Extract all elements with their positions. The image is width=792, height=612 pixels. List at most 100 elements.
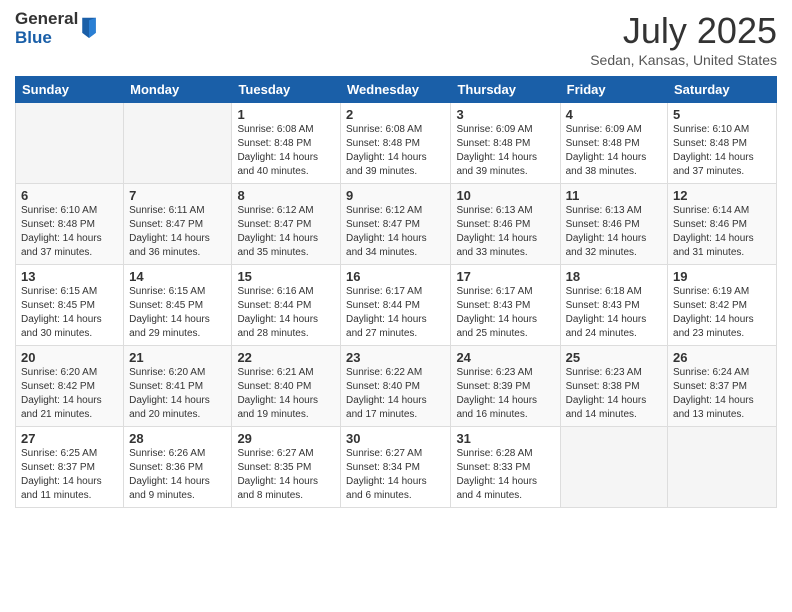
day-number: 12 [673, 188, 771, 203]
day-info: Sunrise: 6:17 AM Sunset: 8:43 PM Dayligh… [456, 285, 554, 341]
calendar-cell: 29Sunrise: 6:27 AM Sunset: 8:35 PM Dayli… [232, 427, 341, 508]
day-info: Sunrise: 6:22 AM Sunset: 8:40 PM Dayligh… [346, 366, 445, 422]
calendar-cell: 16Sunrise: 6:17 AM Sunset: 8:44 PM Dayli… [341, 265, 451, 346]
calendar-cell [668, 427, 777, 508]
day-number: 21 [129, 350, 226, 365]
day-info: Sunrise: 6:16 AM Sunset: 8:44 PM Dayligh… [237, 285, 335, 341]
calendar-cell: 31Sunrise: 6:28 AM Sunset: 8:33 PM Dayli… [451, 427, 560, 508]
calendar-cell: 4Sunrise: 6:09 AM Sunset: 8:48 PM Daylig… [560, 103, 667, 184]
day-info: Sunrise: 6:13 AM Sunset: 8:46 PM Dayligh… [566, 204, 662, 260]
calendar-cell: 23Sunrise: 6:22 AM Sunset: 8:40 PM Dayli… [341, 346, 451, 427]
header-thursday: Thursday [451, 77, 560, 103]
calendar-cell: 7Sunrise: 6:11 AM Sunset: 8:47 PM Daylig… [124, 184, 232, 265]
month-title: July 2025 [590, 10, 777, 52]
calendar-cell: 21Sunrise: 6:20 AM Sunset: 8:41 PM Dayli… [124, 346, 232, 427]
day-info: Sunrise: 6:13 AM Sunset: 8:46 PM Dayligh… [456, 204, 554, 260]
calendar-cell: 12Sunrise: 6:14 AM Sunset: 8:46 PM Dayli… [668, 184, 777, 265]
calendar-cell: 18Sunrise: 6:18 AM Sunset: 8:43 PM Dayli… [560, 265, 667, 346]
day-info: Sunrise: 6:23 AM Sunset: 8:39 PM Dayligh… [456, 366, 554, 422]
day-info: Sunrise: 6:10 AM Sunset: 8:48 PM Dayligh… [21, 204, 118, 260]
day-info: Sunrise: 6:20 AM Sunset: 8:42 PM Dayligh… [21, 366, 118, 422]
calendar-cell: 15Sunrise: 6:16 AM Sunset: 8:44 PM Dayli… [232, 265, 341, 346]
calendar-cell: 6Sunrise: 6:10 AM Sunset: 8:48 PM Daylig… [16, 184, 124, 265]
day-info: Sunrise: 6:25 AM Sunset: 8:37 PM Dayligh… [21, 447, 118, 503]
day-number: 24 [456, 350, 554, 365]
calendar-cell: 28Sunrise: 6:26 AM Sunset: 8:36 PM Dayli… [124, 427, 232, 508]
day-number: 23 [346, 350, 445, 365]
calendar-cell [16, 103, 124, 184]
day-number: 13 [21, 269, 118, 284]
day-number: 2 [346, 107, 445, 122]
day-number: 17 [456, 269, 554, 284]
day-number: 31 [456, 431, 554, 446]
calendar-cell: 30Sunrise: 6:27 AM Sunset: 8:34 PM Dayli… [341, 427, 451, 508]
calendar-cell: 22Sunrise: 6:21 AM Sunset: 8:40 PM Dayli… [232, 346, 341, 427]
day-number: 20 [21, 350, 118, 365]
day-number: 9 [346, 188, 445, 203]
calendar-cell: 3Sunrise: 6:09 AM Sunset: 8:48 PM Daylig… [451, 103, 560, 184]
day-info: Sunrise: 6:23 AM Sunset: 8:38 PM Dayligh… [566, 366, 662, 422]
day-number: 28 [129, 431, 226, 446]
calendar-week-2: 6Sunrise: 6:10 AM Sunset: 8:48 PM Daylig… [16, 184, 777, 265]
day-info: Sunrise: 6:28 AM Sunset: 8:33 PM Dayligh… [456, 447, 554, 503]
calendar-cell: 9Sunrise: 6:12 AM Sunset: 8:47 PM Daylig… [341, 184, 451, 265]
day-number: 29 [237, 431, 335, 446]
logo-blue: Blue [15, 29, 78, 48]
page: General Blue July 2025 Sedan, Kansas, Un… [0, 0, 792, 612]
calendar-cell: 10Sunrise: 6:13 AM Sunset: 8:46 PM Dayli… [451, 184, 560, 265]
day-info: Sunrise: 6:21 AM Sunset: 8:40 PM Dayligh… [237, 366, 335, 422]
calendar-cell: 24Sunrise: 6:23 AM Sunset: 8:39 PM Dayli… [451, 346, 560, 427]
header: General Blue July 2025 Sedan, Kansas, Un… [15, 10, 777, 68]
day-number: 22 [237, 350, 335, 365]
location: Sedan, Kansas, United States [590, 52, 777, 68]
calendar-cell: 19Sunrise: 6:19 AM Sunset: 8:42 PM Dayli… [668, 265, 777, 346]
calendar-week-1: 1Sunrise: 6:08 AM Sunset: 8:48 PM Daylig… [16, 103, 777, 184]
day-number: 15 [237, 269, 335, 284]
calendar-cell: 27Sunrise: 6:25 AM Sunset: 8:37 PM Dayli… [16, 427, 124, 508]
calendar-cell: 26Sunrise: 6:24 AM Sunset: 8:37 PM Dayli… [668, 346, 777, 427]
header-friday: Friday [560, 77, 667, 103]
day-info: Sunrise: 6:27 AM Sunset: 8:35 PM Dayligh… [237, 447, 335, 503]
day-info: Sunrise: 6:19 AM Sunset: 8:42 PM Dayligh… [673, 285, 771, 341]
calendar-cell [560, 427, 667, 508]
calendar-week-5: 27Sunrise: 6:25 AM Sunset: 8:37 PM Dayli… [16, 427, 777, 508]
day-info: Sunrise: 6:24 AM Sunset: 8:37 PM Dayligh… [673, 366, 771, 422]
day-info: Sunrise: 6:20 AM Sunset: 8:41 PM Dayligh… [129, 366, 226, 422]
day-number: 1 [237, 107, 335, 122]
calendar-cell: 2Sunrise: 6:08 AM Sunset: 8:48 PM Daylig… [341, 103, 451, 184]
day-number: 5 [673, 107, 771, 122]
day-number: 3 [456, 107, 554, 122]
calendar-cell: 20Sunrise: 6:20 AM Sunset: 8:42 PM Dayli… [16, 346, 124, 427]
day-info: Sunrise: 6:08 AM Sunset: 8:48 PM Dayligh… [237, 123, 335, 179]
calendar-cell [124, 103, 232, 184]
calendar-cell: 1Sunrise: 6:08 AM Sunset: 8:48 PM Daylig… [232, 103, 341, 184]
day-number: 27 [21, 431, 118, 446]
day-number: 18 [566, 269, 662, 284]
day-info: Sunrise: 6:10 AM Sunset: 8:48 PM Dayligh… [673, 123, 771, 179]
day-info: Sunrise: 6:26 AM Sunset: 8:36 PM Dayligh… [129, 447, 226, 503]
day-number: 25 [566, 350, 662, 365]
day-number: 16 [346, 269, 445, 284]
calendar-cell: 14Sunrise: 6:15 AM Sunset: 8:45 PM Dayli… [124, 265, 232, 346]
day-number: 19 [673, 269, 771, 284]
day-info: Sunrise: 6:11 AM Sunset: 8:47 PM Dayligh… [129, 204, 226, 260]
day-number: 26 [673, 350, 771, 365]
day-number: 30 [346, 431, 445, 446]
header-tuesday: Tuesday [232, 77, 341, 103]
day-info: Sunrise: 6:14 AM Sunset: 8:46 PM Dayligh… [673, 204, 771, 260]
calendar-week-4: 20Sunrise: 6:20 AM Sunset: 8:42 PM Dayli… [16, 346, 777, 427]
header-wednesday: Wednesday [341, 77, 451, 103]
weekday-header-row: Sunday Monday Tuesday Wednesday Thursday… [16, 77, 777, 103]
calendar: Sunday Monday Tuesday Wednesday Thursday… [15, 76, 777, 508]
calendar-cell: 17Sunrise: 6:17 AM Sunset: 8:43 PM Dayli… [451, 265, 560, 346]
header-sunday: Sunday [16, 77, 124, 103]
logo: General Blue [15, 10, 98, 47]
header-saturday: Saturday [668, 77, 777, 103]
day-number: 8 [237, 188, 335, 203]
day-info: Sunrise: 6:17 AM Sunset: 8:44 PM Dayligh… [346, 285, 445, 341]
calendar-cell: 11Sunrise: 6:13 AM Sunset: 8:46 PM Dayli… [560, 184, 667, 265]
title-block: July 2025 Sedan, Kansas, United States [590, 10, 777, 68]
day-info: Sunrise: 6:09 AM Sunset: 8:48 PM Dayligh… [456, 123, 554, 179]
day-info: Sunrise: 6:18 AM Sunset: 8:43 PM Dayligh… [566, 285, 662, 341]
day-number: 10 [456, 188, 554, 203]
